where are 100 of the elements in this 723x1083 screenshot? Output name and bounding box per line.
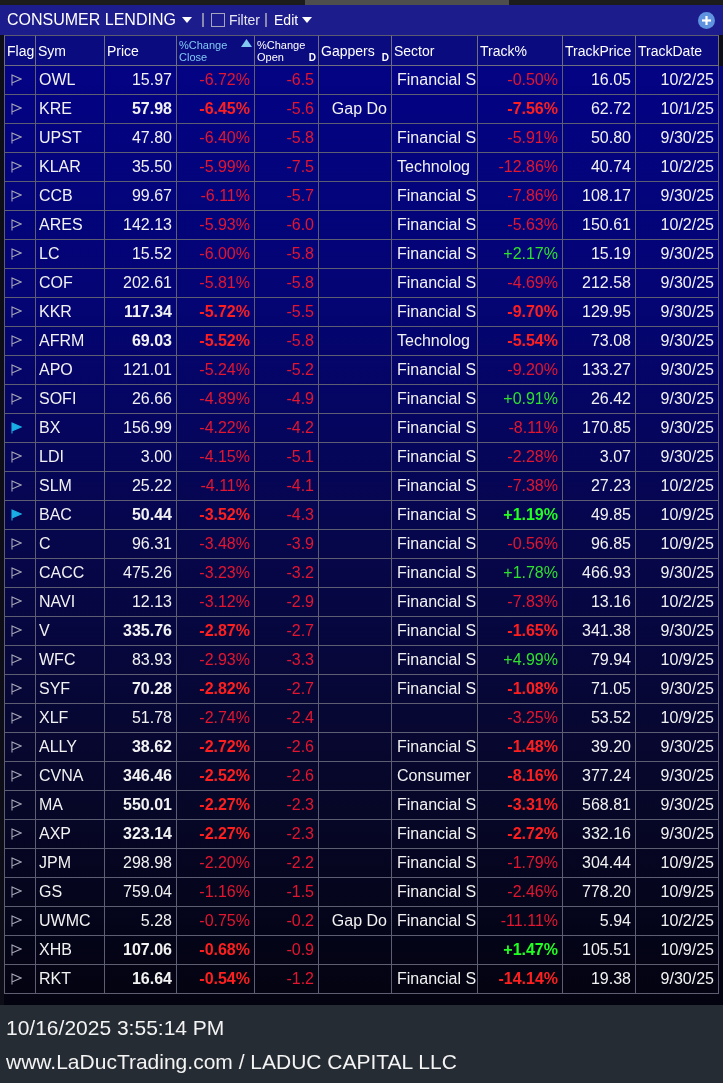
symbol-cell: OWL — [35, 66, 104, 95]
column-header[interactable]: TrackDate — [635, 35, 719, 66]
column-header[interactable]: Sector — [391, 35, 477, 66]
flag-icon[interactable] — [11, 944, 22, 956]
track-date-cell: 10/2/25 — [635, 907, 719, 936]
column-header[interactable]: Price — [104, 35, 176, 66]
filter-label[interactable]: Filter — [228, 12, 261, 28]
track-price-cell: 13.16 — [562, 588, 635, 617]
flag-icon[interactable] — [11, 132, 22, 144]
sector-cell: Financial S — [391, 356, 477, 385]
flag-icon[interactable] — [11, 480, 22, 492]
flag-icon[interactable] — [11, 973, 22, 985]
track-percent-cell: +2.17% — [477, 240, 562, 269]
flag-icon[interactable] — [11, 277, 22, 289]
track-date-cell: 10/2/25 — [635, 211, 719, 240]
track-date-cell: 9/30/25 — [635, 356, 719, 385]
track-date-cell: 10/9/25 — [635, 501, 719, 530]
track-percent-cell: -4.69% — [477, 269, 562, 298]
price-cell: 202.61 — [104, 269, 176, 298]
flag-icon[interactable] — [11, 625, 22, 637]
flag-icon[interactable] — [11, 509, 22, 521]
symbol-cell: LC — [35, 240, 104, 269]
filter-checkbox[interactable] — [210, 13, 225, 27]
symbol-cell: SYF — [35, 675, 104, 704]
track-price-cell: 5.94 — [562, 907, 635, 936]
column-header[interactable]: %Change Close — [176, 35, 254, 66]
flag-icon[interactable] — [11, 538, 22, 550]
flag-icon[interactable] — [11, 451, 22, 463]
change-open-cell: -0.9 — [254, 936, 318, 965]
track-percent-cell: -1.65% — [477, 617, 562, 646]
flag-icon[interactable] — [11, 190, 22, 202]
flag-icon[interactable] — [11, 712, 22, 724]
change-open-cell: -7.5 — [254, 153, 318, 182]
sector-cell: Financial S — [391, 240, 477, 269]
price-cell: 96.31 — [104, 530, 176, 559]
track-percent-cell: -3.25% — [477, 704, 562, 733]
track-percent-cell: -7.86% — [477, 182, 562, 211]
track-date-cell: 9/30/25 — [635, 414, 719, 443]
flag-icon[interactable] — [11, 335, 22, 347]
change-close-cell: -4.89% — [176, 385, 254, 414]
flag-icon[interactable] — [11, 364, 22, 376]
price-cell: 16.64 — [104, 965, 176, 994]
sector-cell: Financial S — [391, 646, 477, 675]
symbol-cell: LDI — [35, 443, 104, 472]
flag-icon[interactable] — [11, 799, 22, 811]
flag-icon[interactable] — [11, 915, 22, 927]
track-date-cell: 10/9/25 — [635, 849, 719, 878]
price-cell: 99.67 — [104, 182, 176, 211]
gapper-cell: Gap Do — [318, 95, 391, 124]
flag-icon[interactable] — [11, 567, 22, 579]
symbol-cell: KRE — [35, 95, 104, 124]
flag-icon[interactable] — [11, 393, 22, 405]
change-close-cell: -3.52% — [176, 501, 254, 530]
caption-text: www.LaDucTrading.com / LADUC CAPITAL LLC — [6, 1050, 457, 1073]
change-open-cell: -5.6 — [254, 95, 318, 124]
track-price-cell: 49.85 — [562, 501, 635, 530]
flag-icon[interactable] — [11, 422, 22, 434]
column-header[interactable]: %Change Open D — [254, 35, 318, 66]
flag-icon[interactable] — [11, 219, 22, 231]
change-close-cell: -5.93% — [176, 211, 254, 240]
price-cell: 3.00 — [104, 443, 176, 472]
change-open-cell: -2.7 — [254, 675, 318, 704]
track-percent-cell: +1.47% — [477, 936, 562, 965]
flag-icon[interactable] — [11, 654, 22, 666]
symbol-cell: NAVI — [35, 588, 104, 617]
symbol-cell: GS — [35, 878, 104, 907]
track-price-cell: 150.61 — [562, 211, 635, 240]
flag-icon[interactable] — [11, 248, 22, 260]
flag-icon[interactable] — [11, 103, 22, 115]
list-title-button[interactable]: CONSUMER LENDING — [7, 10, 192, 30]
track-price-cell: 129.95 — [562, 298, 635, 327]
change-open-cell: -6.0 — [254, 211, 318, 240]
price-cell: 121.01 — [104, 356, 176, 385]
track-date-cell: 10/1/25 — [635, 95, 719, 124]
change-close-cell: -5.99% — [176, 153, 254, 182]
flag-icon[interactable] — [11, 161, 22, 173]
flag-icon[interactable] — [11, 596, 22, 608]
flag-icon[interactable] — [11, 306, 22, 318]
flag-icon[interactable] — [11, 886, 22, 898]
column-header[interactable]: Flag — [4, 35, 35, 66]
sector-cell: Financial S — [391, 675, 477, 704]
flag-icon[interactable] — [11, 741, 22, 753]
column-header[interactable]: Track% — [477, 35, 562, 66]
add-icon[interactable] — [698, 11, 715, 29]
track-date-cell: 9/30/25 — [635, 298, 719, 327]
column-header[interactable]: Sym — [35, 35, 104, 66]
column-header[interactable]: TrackPrice — [562, 35, 635, 66]
flag-icon[interactable] — [11, 74, 22, 86]
edit-menu-button[interactable]: Edit — [274, 10, 313, 30]
flag-icon[interactable] — [11, 770, 22, 782]
column-header[interactable]: Gappers D — [318, 35, 391, 66]
track-date-cell: 9/30/25 — [635, 965, 719, 994]
change-close-cell: -3.23% — [176, 559, 254, 588]
track-date-cell: 10/2/25 — [635, 66, 719, 95]
flag-icon[interactable] — [11, 857, 22, 869]
flag-icon[interactable] — [11, 683, 22, 695]
flag-icon[interactable] — [11, 828, 22, 840]
change-close-cell: -6.11% — [176, 182, 254, 211]
track-percent-cell: -0.50% — [477, 66, 562, 95]
sector-cell: Financial S — [391, 733, 477, 762]
